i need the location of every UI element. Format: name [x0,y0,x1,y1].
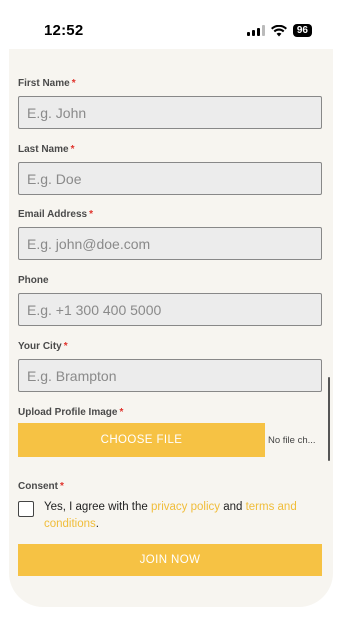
required-marker: * [71,78,76,89]
required-marker: * [60,481,64,492]
consent-text: Yes, I agree with the privacy policy and… [44,501,297,530]
email-field: Email Address * [18,209,322,260]
city-field: Your City * [18,341,322,392]
phone-label: Phone [18,275,49,286]
status-bar: 12:52 96 [0,0,342,48]
status-time: 12:52 [44,22,84,39]
join-now-button[interactable]: JOIN NOW [18,544,322,576]
last-name-label: Last Name * [18,144,75,155]
first-name-field: First Name * [18,78,322,129]
last-name-input[interactable] [18,162,322,195]
choose-file-button[interactable]: CHOOSE FILE [18,423,265,457]
phone-field: Phone [18,275,322,326]
upload-row: CHOOSE FILE No file ch... [18,423,322,457]
status-icons: 96 [246,24,312,37]
file-status-text: No file ch... [268,434,316,446]
battery-icon: 96 [292,24,312,37]
cellular-signal-icon [246,25,265,36]
wifi-icon [270,24,287,36]
upload-label: Upload Profile Image * [18,407,124,418]
city-input[interactable] [18,359,322,392]
scrollbar[interactable] [328,377,330,461]
email-input[interactable] [18,227,322,260]
required-marker: * [63,341,68,352]
first-name-input[interactable] [18,96,322,129]
required-marker: * [119,407,124,418]
signup-form-sheet: First Name* Last Name* Email Address* Ph… [9,49,333,607]
first-name-label: First Name * [18,78,76,89]
consent-checkbox[interactable] [18,501,34,517]
required-marker: * [70,144,75,155]
city-label: Your City * [18,341,68,352]
consent-row: Yes, I agree with the privacy policy and… [18,499,322,533]
consent-field: Consent * Yes, I agree with the privacy p… [18,481,322,533]
last-name-field: Last Name * [18,144,322,195]
required-marker: * [89,209,94,220]
email-label: Email Address * [18,209,94,220]
consent-label: Consent * [18,481,64,492]
privacy-policy-link[interactable]: privacy policy [151,501,220,513]
upload-field: Upload Profile Image * CHOOSE FILE No fil… [18,407,322,457]
phone-input[interactable] [18,293,322,326]
